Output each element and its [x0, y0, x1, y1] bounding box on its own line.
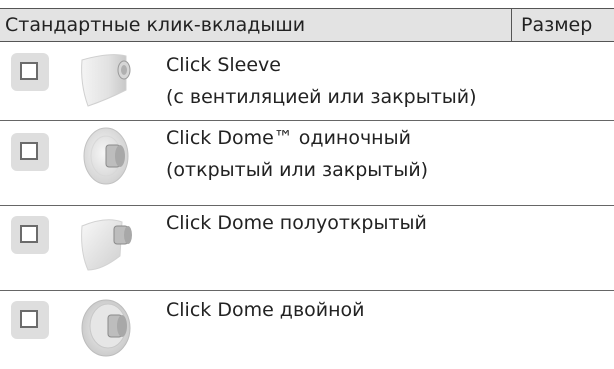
header-title: Стандартные клик-вкладыши [5, 14, 306, 36]
select-checkbox-click-dome-semi-open[interactable] [11, 216, 49, 254]
row-label-line2: (открытый или закрытый) [166, 159, 429, 181]
checkbox-box [20, 310, 38, 328]
row-label-line1: Click Dome™ одиночный [166, 127, 411, 149]
table-row: Click Dome двойной [0, 291, 614, 369]
table-header: Стандартные клик-вкладыши Размер [0, 8, 614, 42]
checkbox-box [20, 142, 38, 160]
table-row: Click Sleeve (с вентиляцией или закрытый… [0, 42, 614, 120]
select-checkbox-click-dome-double[interactable] [11, 301, 49, 339]
click-dome-semi-open-icon [81, 219, 132, 271]
select-checkbox-click-dome-single[interactable] [11, 133, 49, 171]
header-column-divider [511, 9, 512, 41]
table-row: Click Dome™ одиночный (открытый или закр… [0, 121, 614, 205]
click-dome-double-icon [81, 299, 131, 357]
row-label-line2: (с вентиляцией или закрытый) [166, 86, 477, 108]
row-label-line1: Click Dome двойной [166, 299, 365, 321]
select-checkbox-click-sleeve[interactable] [11, 53, 49, 91]
checkbox-box [20, 62, 38, 80]
checkbox-box [20, 225, 38, 243]
header-size-column: Размер [521, 14, 593, 36]
row-label-line1: Click Dome полуоткрытый [166, 212, 427, 234]
row-label-line1: Click Sleeve [166, 54, 281, 76]
click-sleeve-icon [81, 54, 131, 107]
click-dome-single-icon [83, 127, 129, 185]
table-row: Click Dome полуоткрытый [0, 206, 614, 290]
